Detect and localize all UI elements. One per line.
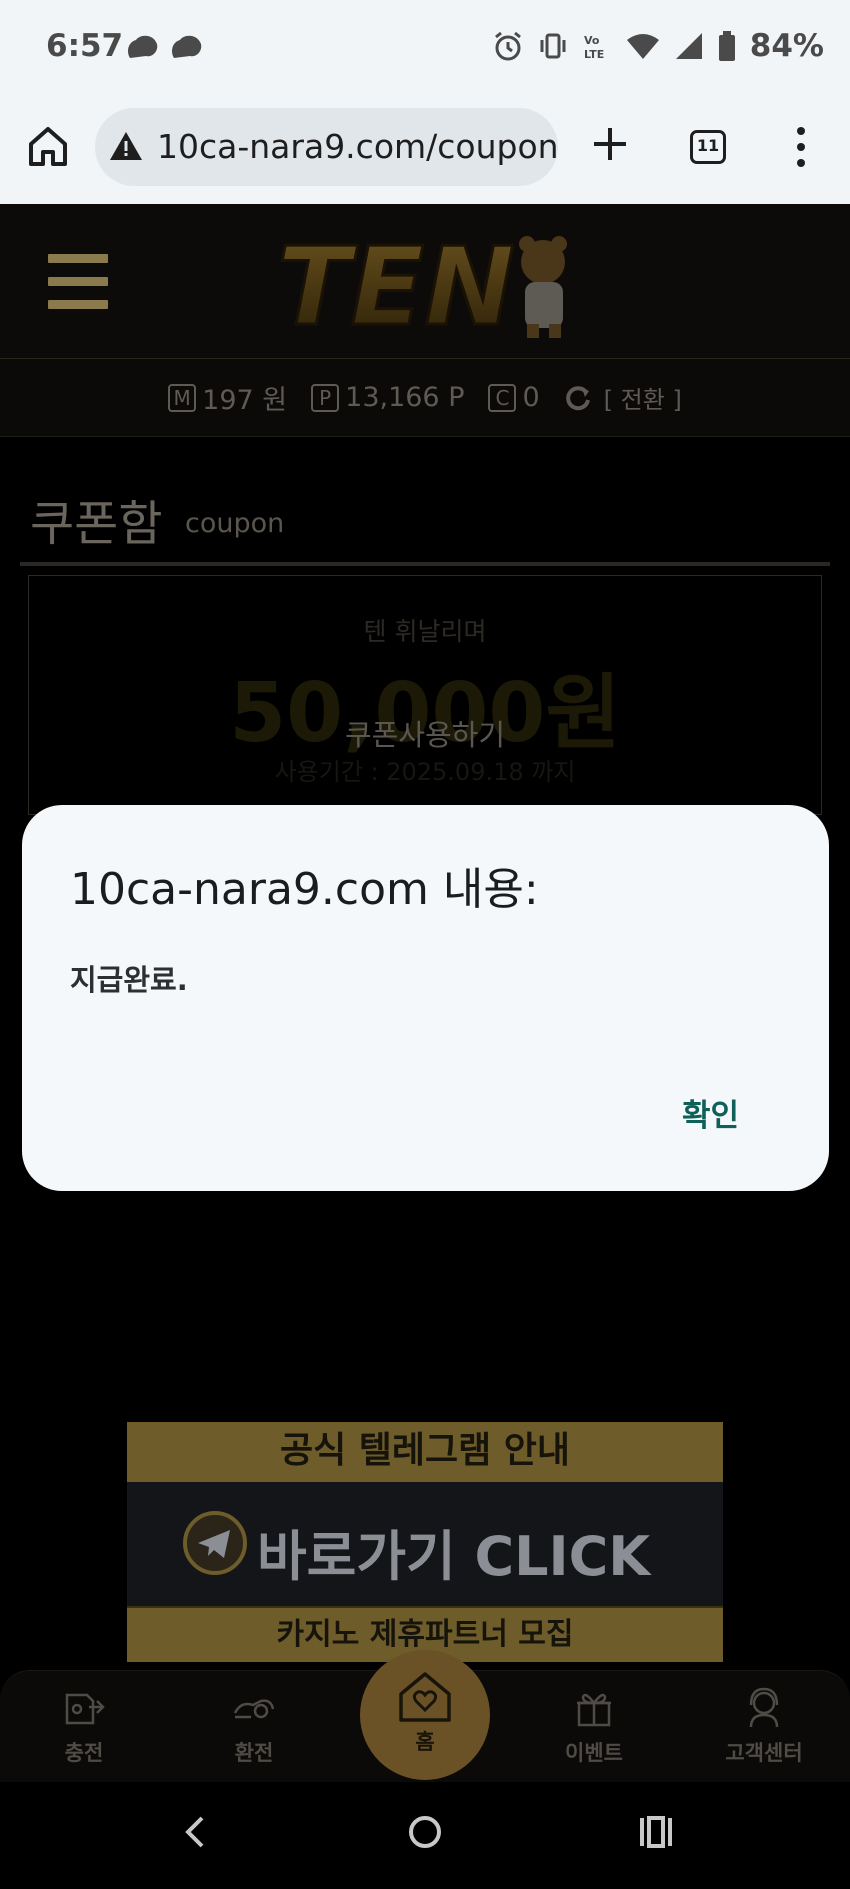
volte-icon: VoLTE — [584, 34, 604, 61]
coupon-expire: 사용기간 : 2025.09.18 까지 — [274, 758, 576, 786]
alert-dialog: 10ca-nara9.com 내용: 지급완료. 확인 — [22, 805, 829, 1191]
url-bar[interactable]: 10ca-nara9.com/coupon — [95, 108, 558, 186]
recents-icon[interactable] — [638, 1812, 674, 1852]
point-badge-icon: P — [311, 383, 340, 412]
status-notification-icons — [124, 32, 204, 62]
alarm-icon — [494, 31, 521, 61]
home-circle-icon[interactable] — [407, 1812, 443, 1852]
more-menu-icon[interactable] — [795, 126, 807, 168]
banner-top-text: 공식 텔레그램 안내 — [127, 1422, 723, 1482]
coin-balance: C 0 — [488, 382, 540, 413]
point-value: 13,166 P — [345, 382, 465, 413]
browser-home-icon[interactable] — [26, 124, 70, 168]
banner-click-text: 바로가기 CLICK — [257, 1525, 651, 1588]
use-coupon-button[interactable]: 쿠폰사용하기 — [29, 712, 821, 754]
gift-icon — [577, 1693, 611, 1727]
support-icon — [749, 1687, 779, 1728]
signal-icon — [675, 33, 702, 59]
refresh-icon[interactable] — [564, 384, 592, 412]
points-bar: M 197 원 P 13,166 P C 0 [ 전환 ] — [0, 359, 850, 437]
money-balance: M 197 원 — [168, 378, 287, 417]
battery-percent: 84% — [749, 28, 824, 64]
status-right-icons: Vo LTE 84% — [492, 28, 824, 64]
svg-text:TEN: TEN — [277, 226, 515, 341]
coupon-name: 텐 휘날리며 — [363, 617, 487, 646]
point-balance: P 13,166 P — [311, 382, 464, 413]
url-text[interactable]: 10ca-nara9.com/coupon — [157, 127, 558, 166]
page-title: 쿠폰함 — [30, 496, 163, 552]
android-nav-bar — [0, 1782, 850, 1889]
telegram-icon — [183, 1511, 247, 1575]
nav-label-event: 이벤트 — [565, 1741, 623, 1765]
home-heart-icon — [399, 1672, 451, 1722]
charge-icon — [65, 1693, 105, 1725]
not-secure-warning-icon[interactable] — [109, 130, 143, 162]
new-tab-icon[interactable] — [590, 124, 630, 164]
battery-icon — [718, 31, 735, 61]
nav-label-exchange: 환전 — [234, 1741, 274, 1765]
nav-item-support[interactable]: 고객센터 — [704, 1671, 824, 1767]
nav-item-home[interactable]: 홈 — [360, 1650, 490, 1780]
site-header: TEN — [0, 204, 850, 359]
exchange-icon — [233, 1699, 275, 1719]
dialog-message: 지급완료. — [70, 963, 188, 997]
svg-text:Vo: Vo — [584, 34, 600, 47]
page-subtitle: coupon — [185, 508, 285, 539]
nav-item-event[interactable]: 이벤트 — [534, 1671, 654, 1767]
cloud-notification-icon — [128, 35, 158, 58]
vibrate-icon — [540, 33, 566, 59]
money-value: 197 원 — [202, 385, 288, 416]
svg-text:LTE: LTE — [584, 48, 604, 61]
browser-toolbar: 10ca-nara9.com/coupon 11 — [0, 100, 850, 204]
back-icon[interactable] — [180, 1812, 210, 1852]
wifi-icon — [626, 34, 659, 59]
title-divider — [20, 562, 830, 566]
money-badge-icon: M — [168, 383, 197, 412]
status-bar: 6:57 Vo LTE 84% — [0, 0, 850, 100]
nav-label-charge: 충전 — [64, 1741, 104, 1765]
status-time: 6:57 — [46, 28, 124, 64]
telegram-banner[interactable]: 공식 텔레그램 안내 바로가기 CLICK 카지노 제휴파트너 모집 — [127, 1422, 723, 1662]
convert-button[interactable]: [ 전환 ] — [604, 380, 682, 415]
nav-label-home: 홈 — [415, 1730, 435, 1754]
hamburger-menu-icon[interactable] — [48, 254, 108, 309]
tab-switcher-button[interactable]: 11 — [690, 130, 726, 164]
banner-middle: 바로가기 CLICK — [127, 1482, 723, 1606]
coin-value: 0 — [522, 382, 540, 413]
nav-item-charge[interactable]: 충전 — [24, 1671, 144, 1767]
dialog-title: 10ca-nara9.com 내용: — [70, 864, 539, 915]
dialog-ok-button[interactable]: 확인 — [682, 1090, 739, 1135]
coin-badge-icon: C — [488, 383, 517, 412]
ten-logo[interactable]: TEN — [275, 226, 585, 341]
coupon-card: 텐 휘날리며 50,000원 쿠폰사용하기 사용기간 : 2025.09.18 … — [28, 575, 822, 815]
nav-label-support: 고객센터 — [725, 1741, 803, 1765]
nav-item-exchange[interactable]: 환전 — [194, 1671, 314, 1767]
cloud-notification-icon — [172, 35, 202, 58]
